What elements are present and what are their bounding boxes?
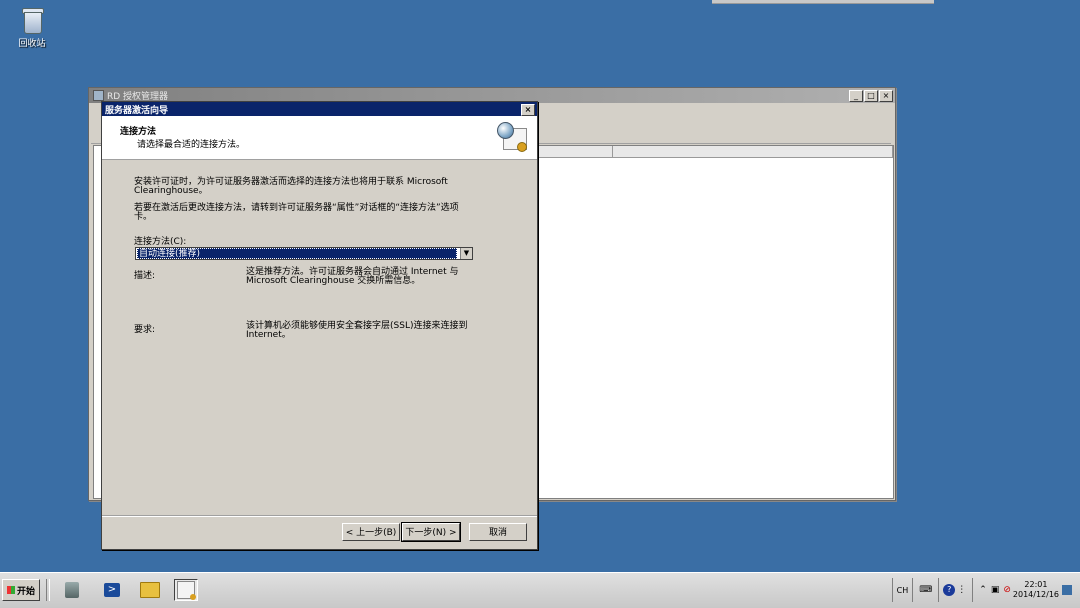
list-column-header[interactable] bbox=[538, 146, 613, 157]
system-tray: CH ⌨ ? ⋮ ⌃ ▣ ⊘ 22:01 2014/12/16 bbox=[891, 577, 1076, 603]
requirements-text: 该计算机必须能够使用安全套接字层(SSL)连接来连接到 Internet。 bbox=[246, 321, 468, 340]
keyboard-icon[interactable]: ⌨ bbox=[912, 578, 938, 602]
wizard-close-button[interactable]: × bbox=[521, 104, 535, 116]
minimize-button[interactable]: _ bbox=[849, 90, 863, 102]
cancel-button[interactable]: 取消 bbox=[469, 523, 527, 541]
recycle-bin-label: 回收站 bbox=[18, 39, 46, 49]
back-button[interactable]: < 上一步(B) bbox=[342, 523, 400, 541]
licensing-manager-taskbar-button[interactable] bbox=[174, 579, 198, 601]
powershell-icon: > bbox=[104, 583, 120, 597]
tray-options-icon[interactable]: ⋮ bbox=[957, 585, 966, 595]
intro-paragraph: 安装许可证时，为许可证服务器激活而选择的连接方法也将用于联系 Microsoft… bbox=[134, 177, 448, 196]
recycle-bin-shortcut[interactable]: 回收站 bbox=[12, 6, 52, 49]
wizard-title-bar[interactable]: 服务器激活向导 bbox=[102, 102, 537, 116]
activation-wizard-dialog[interactable]: 服务器激活向导 × 连接方法 请选择最合适的连接方法。 安装许可证时，为许可证服… bbox=[101, 101, 538, 550]
powershell-taskbar-button[interactable]: > bbox=[100, 579, 124, 601]
connection-method-select[interactable]: 自动连接(推荐) ▼ bbox=[135, 247, 473, 260]
certificate-icon bbox=[497, 122, 527, 152]
server-manager-taskbar-button[interactable] bbox=[60, 579, 84, 601]
notification-area: ⌃ ▣ ⊘ 22:01 2014/12/16 bbox=[972, 578, 1076, 602]
taskbar: 开始 > CH ⌨ ? ⋮ ⌃ ▣ ⊘ 22:01 2014/12/16 bbox=[0, 572, 1080, 608]
wizard-header-title: 连接方法 bbox=[120, 127, 157, 137]
wizard-title: 服务器激活向导 bbox=[105, 105, 169, 116]
connection-method-label: 连接方法(C): bbox=[134, 237, 187, 247]
server-manager-icon bbox=[65, 582, 79, 598]
chevron-down-icon[interactable]: ▼ bbox=[460, 248, 472, 259]
windows-flag-icon bbox=[6, 586, 15, 594]
volume-muted-icon[interactable]: ⊘ bbox=[1003, 585, 1011, 595]
wizard-body: 安装许可证时，为许可证服务器激活而选择的连接方法也将用于联系 Microsoft… bbox=[102, 160, 537, 515]
clock[interactable]: 22:01 2014/12/16 bbox=[1013, 580, 1059, 600]
explorer-taskbar-button[interactable] bbox=[138, 579, 162, 601]
language-indicator[interactable]: CH bbox=[891, 578, 913, 602]
help-icon: ? bbox=[943, 584, 956, 596]
description-label: 描述: bbox=[134, 271, 156, 281]
help-tray-button[interactable]: ? ⋮ bbox=[938, 578, 972, 602]
show-desktop-button[interactable] bbox=[1062, 585, 1072, 595]
change-method-paragraph: 若要在激活后更改连接方法，请转到许可证服务器“属性”对话框的“连接方法”选项卡。 bbox=[134, 203, 459, 222]
footer-divider bbox=[102, 515, 537, 517]
clock-date: 2014/12/16 bbox=[1012, 590, 1059, 599]
requirements-label: 要求: bbox=[134, 325, 156, 335]
server-list[interactable] bbox=[537, 145, 894, 499]
clock-time: 22:01 bbox=[1024, 580, 1048, 589]
licensing-manager-icon bbox=[177, 581, 196, 600]
recycle-bin-icon bbox=[20, 6, 44, 34]
network-icon[interactable]: ▣ bbox=[991, 585, 1000, 595]
start-label: 开始 bbox=[16, 586, 35, 597]
wizard-header-subtitle: 请选择最合适的连接方法。 bbox=[137, 140, 246, 150]
background-window-strip[interactable] bbox=[712, 0, 934, 4]
chevron-up-icon[interactable]: ⌃ bbox=[979, 585, 987, 595]
connection-method-value: 自动连接(推荐) bbox=[137, 248, 457, 259]
licensing-app-icon bbox=[93, 90, 104, 101]
next-button[interactable]: 下一步(N) > bbox=[401, 522, 461, 542]
start-button[interactable]: 开始 bbox=[2, 579, 40, 601]
description-text: 这是推荐方法。许可证服务器会自动通过 Internet 与 Microsoft … bbox=[246, 267, 459, 286]
wizard-header: 连接方法 请选择最合适的连接方法。 bbox=[102, 116, 537, 160]
list-header bbox=[538, 146, 893, 158]
desktop: 回收站 RD 授权管理器 _ □ × 服务器激活向导 × 连接方法 请选择最合适… bbox=[0, 0, 1080, 572]
list-column-header[interactable] bbox=[613, 146, 893, 157]
maximize-button[interactable]: □ bbox=[864, 90, 878, 102]
close-button[interactable]: × bbox=[879, 90, 893, 102]
taskbar-separator bbox=[46, 579, 50, 601]
folder-icon bbox=[140, 582, 160, 598]
menu-bar[interactable] bbox=[91, 105, 101, 119]
